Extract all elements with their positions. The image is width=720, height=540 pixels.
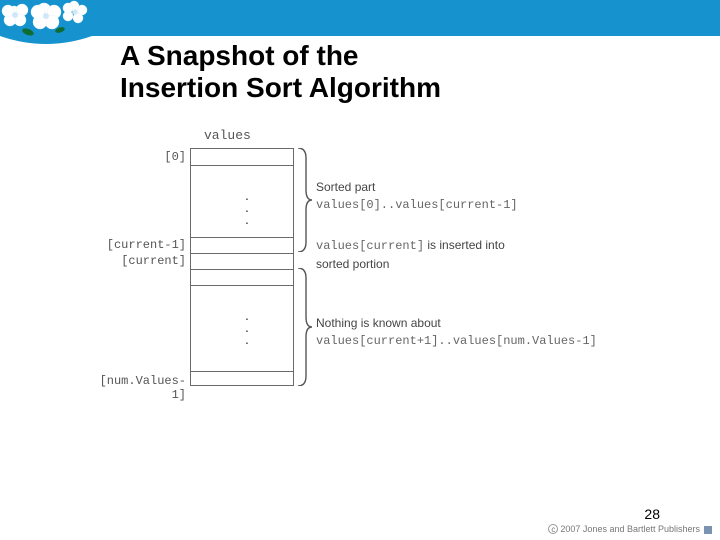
array-label: values <box>204 128 251 143</box>
insertion-sort-diagram: values [0] [current-1] [current] [num.Va… <box>100 128 670 428</box>
header-flowers-decoration <box>0 0 92 48</box>
index-current: [current] <box>121 254 186 268</box>
copyright-icon: c <box>548 524 558 534</box>
annotation-insert-code: values[current] <box>316 239 424 253</box>
annotation-sorted-heading: Sorted part <box>316 178 686 196</box>
index-numvalues-minus-1: [num.Values-1] <box>100 374 186 402</box>
array-divider <box>191 371 293 372</box>
annotation-unknown: Nothing is known about values[current+1]… <box>316 314 686 350</box>
ellipsis-icon: ... <box>235 187 255 223</box>
annotation-insert: values[current] is inserted into sorted … <box>316 236 686 273</box>
publisher-logo-icon <box>704 526 712 534</box>
annotation-sorted: Sorted part values[0]..values[current-1] <box>316 178 686 214</box>
copyright-text: 2007 Jones and Bartlett Publishers <box>560 524 700 534</box>
brace-icon <box>296 268 312 391</box>
brace-icon <box>296 148 312 257</box>
page-number: 28 <box>644 506 660 522</box>
annotation-insert-text: is inserted into <box>424 238 505 252</box>
index-0: [0] <box>164 150 186 164</box>
array-divider <box>191 253 293 254</box>
array-divider <box>191 237 293 238</box>
index-current-minus-1: [current-1] <box>107 238 186 252</box>
array-divider <box>191 165 293 166</box>
annotation-unknown-range: values[current+1]..values[num.Values-1] <box>316 332 686 350</box>
annotation-insert-text-2: sorted portion <box>316 255 686 273</box>
title-line-1: A Snapshot of the <box>120 40 359 71</box>
array-box: ... ... <box>190 148 294 386</box>
annotation-unknown-heading: Nothing is known about <box>316 314 686 332</box>
slide-root: A Snapshot of the Insertion Sort Algorit… <box>0 0 720 540</box>
array-divider <box>191 285 293 286</box>
copyright-footer: c2007 Jones and Bartlett Publishers <box>548 524 712 534</box>
annotation-sorted-range: values[0]..values[current-1] <box>316 196 686 214</box>
ellipsis-icon: ... <box>235 307 255 343</box>
title-line-2: Insertion Sort Algorithm <box>120 72 441 103</box>
array-divider <box>191 269 293 270</box>
page-title: A Snapshot of the Insertion Sort Algorit… <box>120 40 680 104</box>
header-banner <box>0 0 720 36</box>
